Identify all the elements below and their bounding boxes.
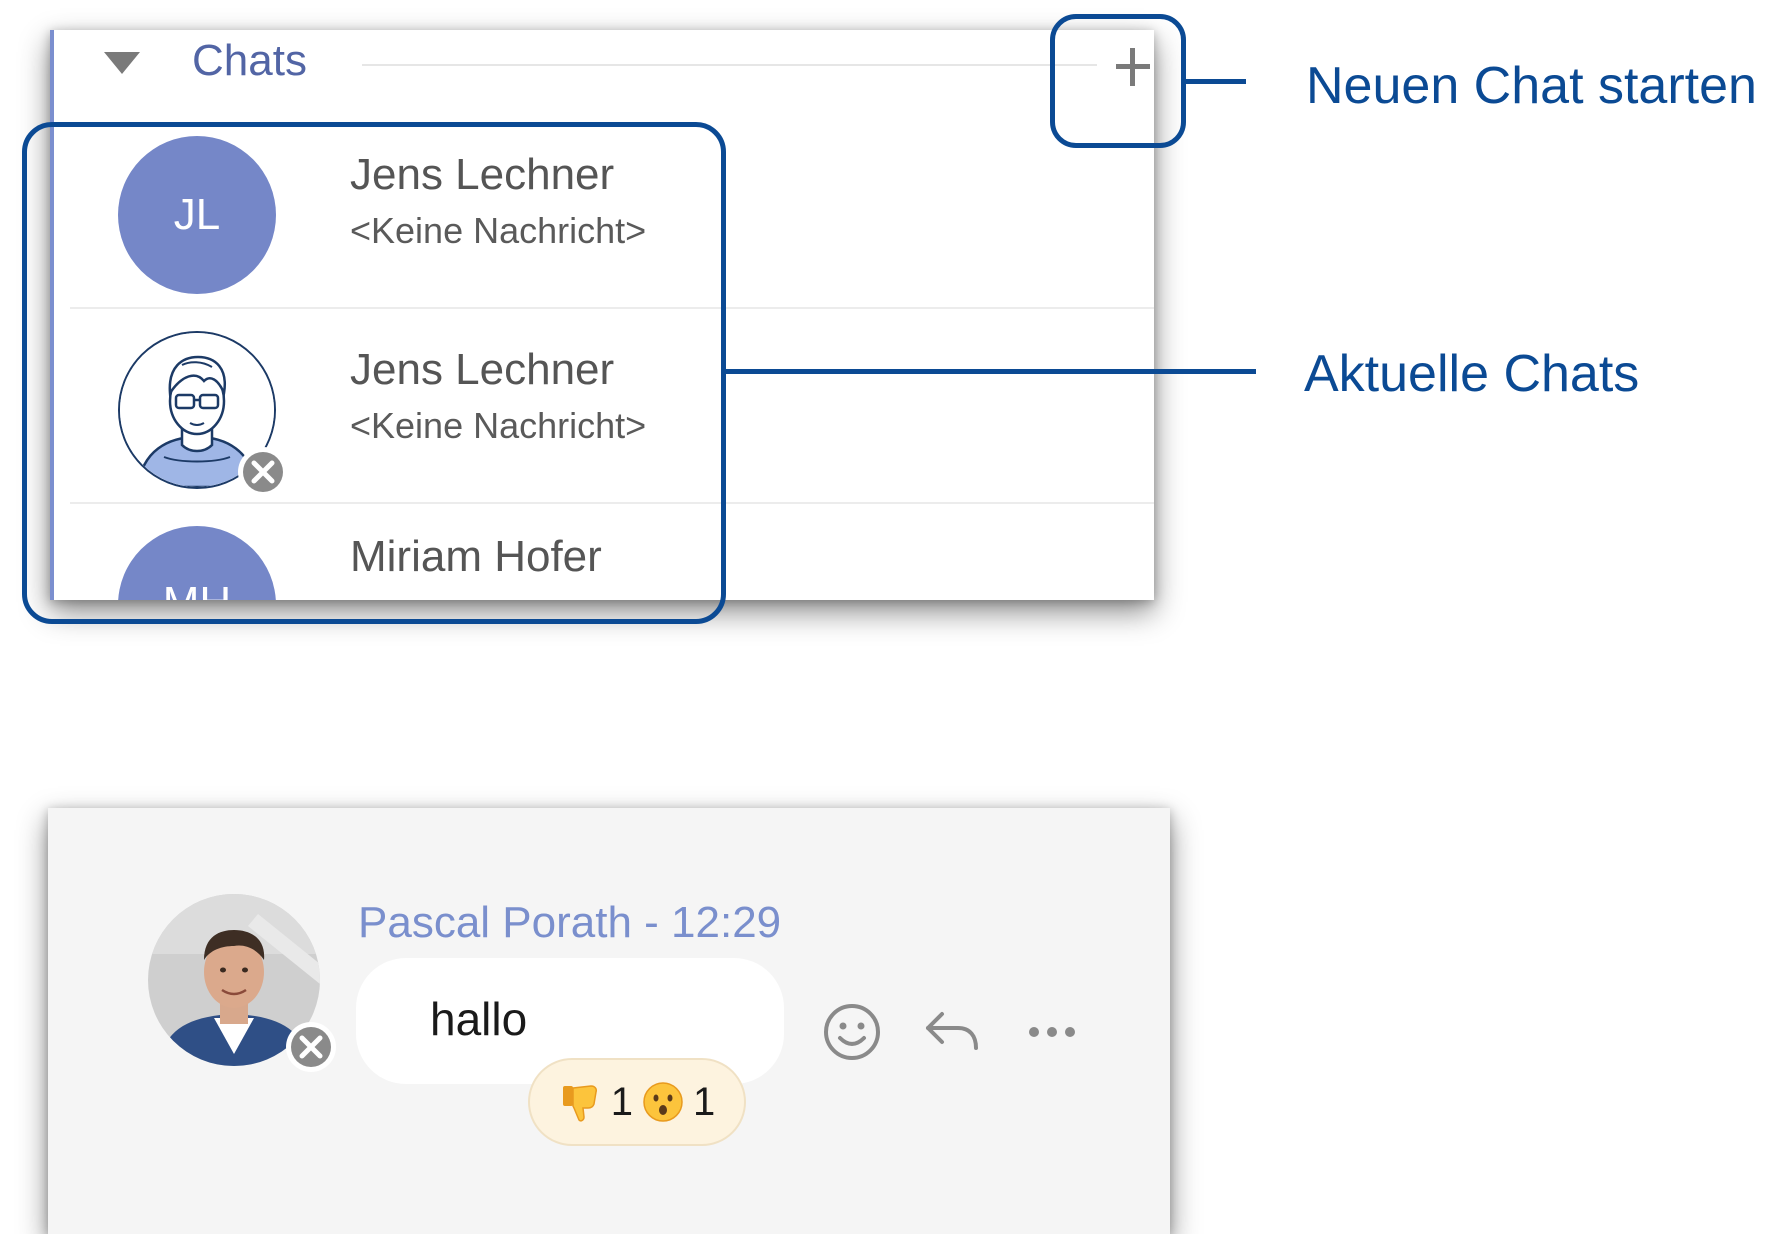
thumbs-down-emoji[interactable] [559, 1080, 603, 1124]
message-text: hallo [430, 993, 528, 1045]
new-chat-highlight [1050, 14, 1186, 148]
reactions-bar[interactable]: 1 1 [528, 1058, 746, 1146]
reaction-count: 1 [693, 1079, 716, 1124]
new-chat-connector [1186, 79, 1246, 84]
offline-x-icon [286, 1022, 336, 1072]
header-divider [362, 64, 1097, 66]
section-title: Chats [192, 36, 307, 85]
recent-chats-connector [726, 369, 1256, 374]
smiley-icon[interactable] [820, 1000, 884, 1064]
triangle-down-icon[interactable] [102, 48, 142, 78]
more-icon[interactable] [1020, 1000, 1084, 1064]
recent-chats-highlight [22, 122, 726, 624]
chats-section-header[interactable]: Chats [50, 30, 1154, 110]
reply-icon[interactable] [920, 1000, 984, 1064]
reaction-count: 1 [610, 1079, 633, 1124]
message-panel: Pascal Porath - 12:29 hallo 1 1 [48, 808, 1170, 1234]
hushed-face-emoji[interactable] [641, 1080, 685, 1124]
message-sender-time: Pascal Porath - 12:29 [358, 898, 782, 947]
new-chat-callout-label: Neuen Chat starten [1306, 57, 1757, 115]
recent-chats-callout-label: Aktuelle Chats [1304, 345, 1640, 403]
